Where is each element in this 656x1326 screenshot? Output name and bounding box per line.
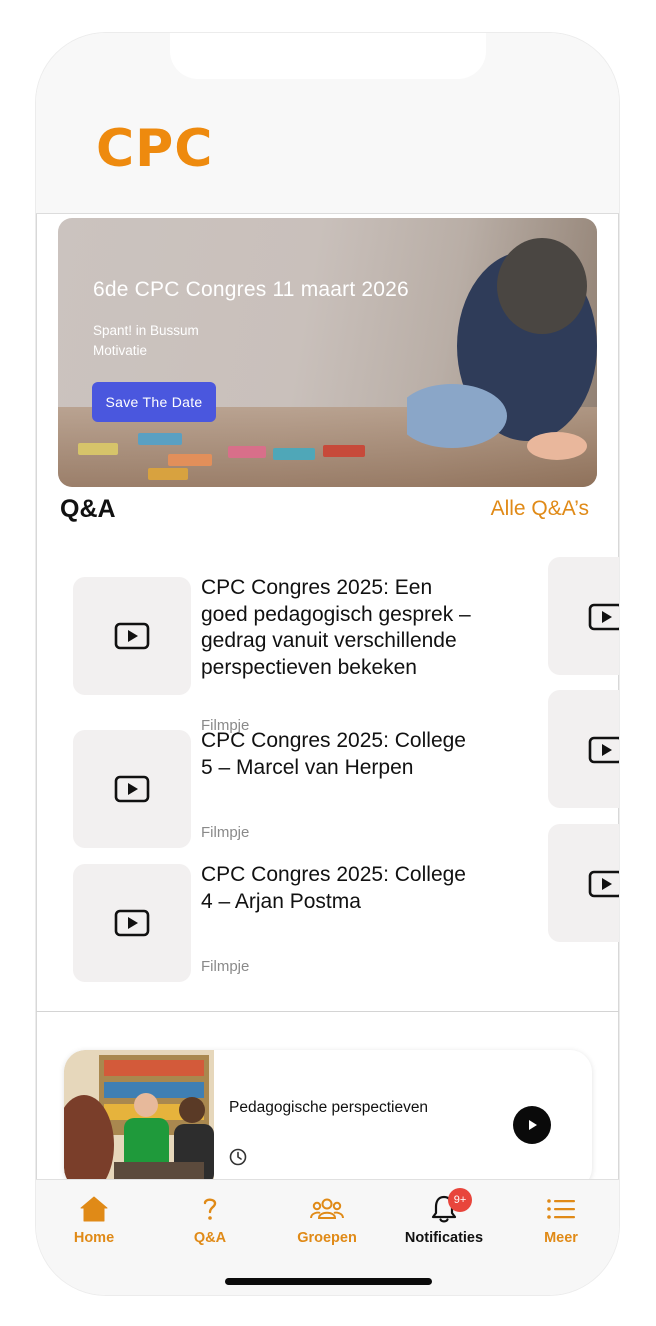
all-qa-link[interactable]: Alle Q&A’s [491,497,589,521]
qa-item-type: Filmpje [201,824,250,841]
toy-block [228,446,266,458]
question-icon [192,1194,228,1224]
feature-card[interactable]: Pedagogische perspectieven [64,1050,592,1190]
toy-block [78,443,118,455]
play-icon [588,736,619,764]
save-the-date-button[interactable]: Save The Date [92,382,216,422]
tab-label: Home [73,1230,115,1246]
child-illustration [407,238,597,460]
toy-block [148,468,188,480]
play-icon [588,870,619,898]
toy-block [273,448,315,460]
video-thumbnail[interactable] [73,577,191,695]
home-icon [76,1194,112,1224]
group-icon [309,1194,345,1224]
menu-icon [543,1194,579,1224]
qa-item[interactable]: CPC Congres 2025: Een goed pedagogisch g… [73,576,471,734]
tab-label: Notificaties [404,1230,484,1246]
play-icon [114,775,150,803]
video-thumbnail[interactable] [73,864,191,982]
feature-photo [64,1050,214,1190]
next-column-thumbnail[interactable] [548,690,619,808]
toy-block [168,454,212,466]
feature-title[interactable]: Pedagogische perspectieven [229,1099,428,1117]
tab-label: Q&A [193,1230,227,1246]
notch [170,33,486,79]
qa-item[interactable]: CPC Congres 2025: College 5 – Marcel van… [73,729,466,850]
tab-label: Groepen [297,1230,357,1246]
toy-block [138,433,182,445]
banner-title: 6de CPC Congres 11 maart 2026 [93,278,409,301]
clock-icon [229,1148,247,1166]
event-banner[interactable]: 6de CPC Congres 11 maart 2026 Spant! in … [58,218,597,487]
banner-subtitle-location: Spant! in Bussum [93,323,199,338]
section-divider [36,1011,619,1012]
play-triangle-icon [529,1120,537,1130]
qa-item[interactable]: CPC Congres 2025: College 4 – Arjan Post… [73,863,466,984]
qa-item-title[interactable]: CPC Congres 2025: College 5 – Marcel van… [201,728,471,781]
notification-badge: 9+ [448,1188,472,1212]
play-circle-icon[interactable] [513,1106,551,1144]
qa-item-title[interactable]: CPC Congres 2025: College 4 – Arjan Post… [201,862,471,915]
play-icon [114,909,150,937]
tab-label: Meer [544,1230,578,1246]
classroom-photo-illustration [64,1050,214,1190]
qa-section-title: Q&A [60,495,116,523]
phone-screen: CPC 6de CPC Congres 11 maart 2026 Spant!… [36,33,619,1295]
toy-block [323,445,365,457]
video-thumbnail[interactable] [73,730,191,848]
next-column-thumbnail[interactable] [548,824,619,942]
play-icon [588,603,619,631]
banner-subtitle-theme: Motivatie [93,343,148,358]
next-column-thumbnail[interactable] [548,557,619,675]
cpc-logo[interactable]: CPC [96,123,213,175]
qa-item-type: Filmpje [201,958,250,975]
home-indicator[interactable] [225,1278,432,1285]
qa-item-title[interactable]: CPC Congres 2025: Een goed pedagogisch g… [201,575,471,682]
play-icon [114,622,150,650]
